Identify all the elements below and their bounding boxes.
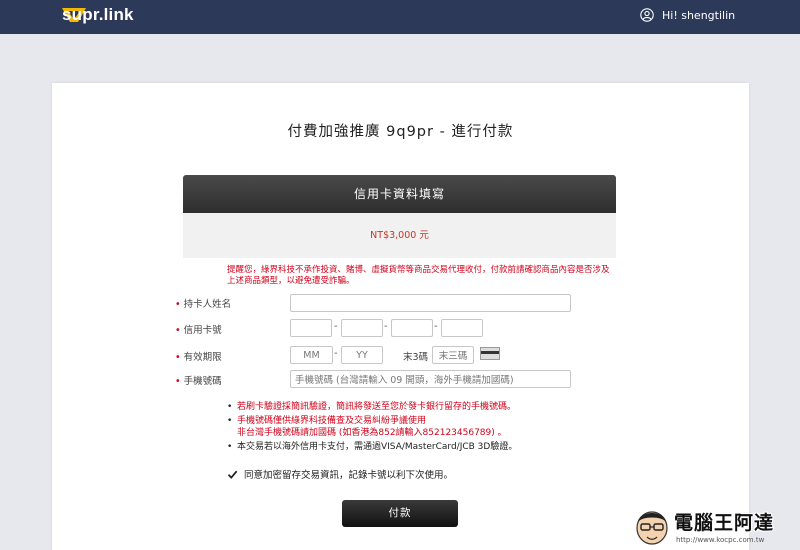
page-title: 付費加強推廣 9q9pr - 進行付款 [287, 124, 514, 140]
cvv-label: 末3碼 [403, 352, 429, 363]
amount-display: NT$3,000 元 [183, 213, 616, 258]
remember-card-row[interactable]: 同意加密留存交易資訊，記錄卡號以利下次使用。 [227, 467, 453, 481]
fraud-warning: 提醒您，綠界科技不承作投資、賭博、虛擬貨幣等商品交易代理收付，付款前請確認商品內… [227, 265, 610, 286]
watermark: 電腦王阿達 http://www.kocpc.com.tw [630, 500, 800, 550]
expiry-month-input[interactable]: MM [290, 346, 333, 364]
top-navbar: supr.link Hi! shengtilin [0, 0, 800, 34]
mascot-icon [636, 511, 668, 545]
pay-button[interactable]: 付款 [342, 500, 458, 527]
expiry-label: • 有效期限 [175, 352, 222, 363]
card-number-part-2[interactable] [341, 319, 383, 337]
phone-input[interactable]: 手機號碼 (台灣請輸入 09 開頭，海外手機請加國碼) [290, 370, 571, 388]
watermark-url: http://www.kocpc.com.tw [676, 536, 765, 544]
section-header: 信用卡資料填寫 [183, 175, 616, 213]
user-menu[interactable]: Hi! shengtilin [640, 8, 735, 22]
remember-checkbox[interactable] [227, 469, 238, 480]
card-number-part-1[interactable] [290, 319, 332, 337]
cardholder-input[interactable] [290, 294, 571, 312]
separator: - [334, 348, 338, 359]
phone-label: • 手機號碼 [175, 376, 222, 387]
note-sms: 若刷卡驗證採簡訊驗證，簡訊將發送至您於發卡銀行留存的手機號碼。 [227, 401, 647, 413]
expiry-year-input[interactable]: YY [341, 346, 383, 364]
cardholder-label: • 持卡人姓名 [175, 299, 232, 310]
card-number-label: • 信用卡號 [175, 325, 222, 336]
card-back-icon [480, 347, 500, 360]
cvv-input[interactable]: 末三碼 [432, 346, 474, 364]
user-icon [640, 8, 654, 22]
card-number-part-4[interactable] [441, 319, 483, 337]
notes-list: 若刷卡驗證採簡訊驗證，簡訊將發送至您於發卡銀行留存的手機號碼。 手機號碼僅供綠界… [227, 401, 647, 455]
card-number-part-3[interactable] [391, 319, 433, 337]
note-phone-usage: 手機號碼僅供綠界科技備查及交易糾紛爭議使用 非台灣手機號碼請加國碼 (如香港為8… [227, 415, 647, 439]
separator: - [434, 321, 438, 332]
separator: - [334, 321, 338, 332]
remember-label: 同意加密留存交易資訊，記錄卡號以利下次使用。 [244, 470, 454, 481]
watermark-brand: 電腦王阿達 [674, 512, 775, 534]
separator: - [384, 321, 388, 332]
brand-name: supr.link [62, 5, 134, 24]
user-greeting: Hi! shengtilin [662, 8, 736, 22]
note-3d-secure: 本交易若以海外信用卡支付，需通過VISA/MasterCard/JCB 3D驗證… [227, 441, 647, 453]
brand-logo[interactable]: supr.link [62, 5, 134, 24]
checkmark-icon [227, 470, 238, 479]
